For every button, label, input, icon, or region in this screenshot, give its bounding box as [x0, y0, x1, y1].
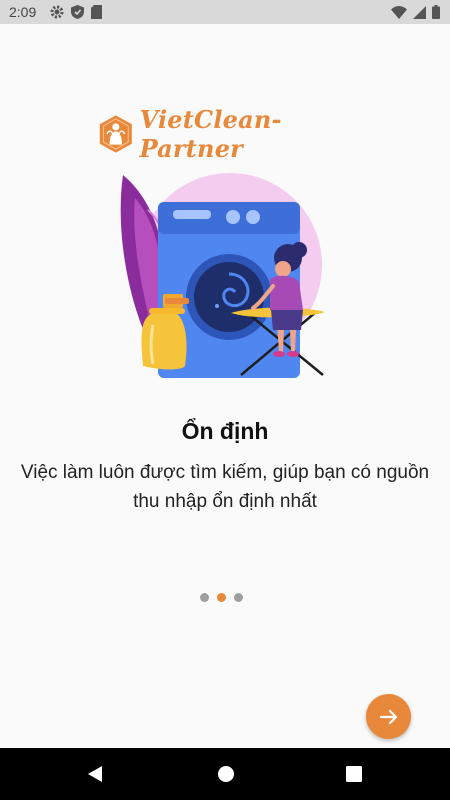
- arrow-right-icon: [379, 709, 397, 724]
- shield-icon: [71, 5, 84, 19]
- app-logo: VietClean-Partner: [98, 105, 358, 163]
- status-time: 2:09: [9, 4, 37, 20]
- recents-icon[interactable]: [346, 766, 362, 782]
- page-indicator: [200, 593, 243, 602]
- signal-icon: [413, 5, 426, 19]
- status-bar: 2:09: [0, 0, 450, 24]
- page-dot[interactable]: [234, 593, 243, 602]
- status-system-icons: [391, 5, 440, 19]
- washing-machine-illustration: [120, 173, 325, 378]
- logo-text: VietClean-Partner: [139, 105, 282, 163]
- status-notification-icons: [50, 5, 102, 19]
- navigation-bar: [0, 748, 450, 800]
- next-button[interactable]: [366, 694, 411, 739]
- page-dot[interactable]: [200, 593, 209, 602]
- home-icon[interactable]: [217, 765, 235, 783]
- page-dot-active[interactable]: [217, 593, 226, 602]
- onboarding-description: Việc làm luôn được tìm kiếm, giúp bạn có…: [20, 462, 430, 512]
- back-icon[interactable]: [86, 765, 104, 783]
- battery-icon: [432, 5, 440, 19]
- onboarding-title: Ổn định: [181, 418, 269, 444]
- wifi-icon: [391, 5, 407, 19]
- hexagon-logo-icon: [99, 115, 132, 153]
- gear-icon: [50, 5, 64, 19]
- sd-card-icon: [91, 5, 102, 19]
